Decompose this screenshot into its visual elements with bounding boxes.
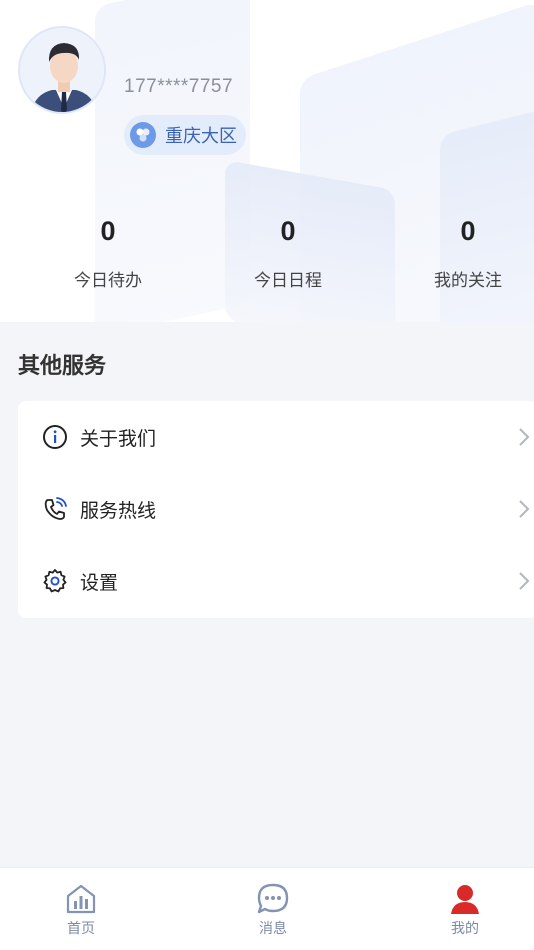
service-item-label: 服务热线 [80,499,157,522]
bottom-tabbar: 首页 消息 我的 [0,867,534,950]
avatar[interactable] [18,26,106,114]
region-badge[interactable]: 重庆大区 [124,115,246,155]
chevron-right-icon [519,572,530,590]
tab-label: 首页 [67,921,95,937]
section-title: 其他服务 [18,354,107,379]
stat-label: 今日日程 [254,271,322,291]
stat-following[interactable]: 0 我的关注 [393,212,534,291]
tab-label: 我的 [451,921,479,937]
info-icon [42,424,68,450]
service-item-settings[interactable]: 设置 [18,545,534,617]
stat-value: 0 [100,216,116,246]
tab-home[interactable]: 首页 [36,882,126,938]
profile-header: 177****7757 重庆大区 0 今日待办 0 今日日程 0 我的关注 [0,0,534,322]
region-label: 重庆大区 [165,126,237,147]
user-icon [420,882,510,916]
home-chart-icon [36,882,126,916]
phone-number: 177****7757 [124,76,234,97]
service-item-about[interactable]: 关于我们 [18,401,534,473]
stat-label: 我的关注 [434,271,502,291]
gear-icon [42,568,68,594]
stat-value: 0 [460,216,476,246]
service-item-hotline[interactable]: 服务热线 [18,473,534,545]
stat-label: 今日待办 [74,271,142,291]
stat-schedule[interactable]: 0 今日日程 [213,212,363,291]
service-item-label: 关于我们 [80,427,157,450]
stat-todo[interactable]: 0 今日待办 [33,212,183,291]
services-card: 关于我们 服务热线 设置 [18,401,534,618]
chat-bubble-icon [228,882,318,916]
tab-label: 消息 [259,921,287,937]
tab-messages[interactable]: 消息 [228,882,318,938]
chevron-right-icon [519,428,530,446]
region-icon [130,122,156,148]
chevron-right-icon [519,500,530,518]
service-item-label: 设置 [80,571,119,594]
phone-icon [42,496,68,522]
tab-profile[interactable]: 我的 [420,882,510,938]
stat-value: 0 [280,216,296,246]
